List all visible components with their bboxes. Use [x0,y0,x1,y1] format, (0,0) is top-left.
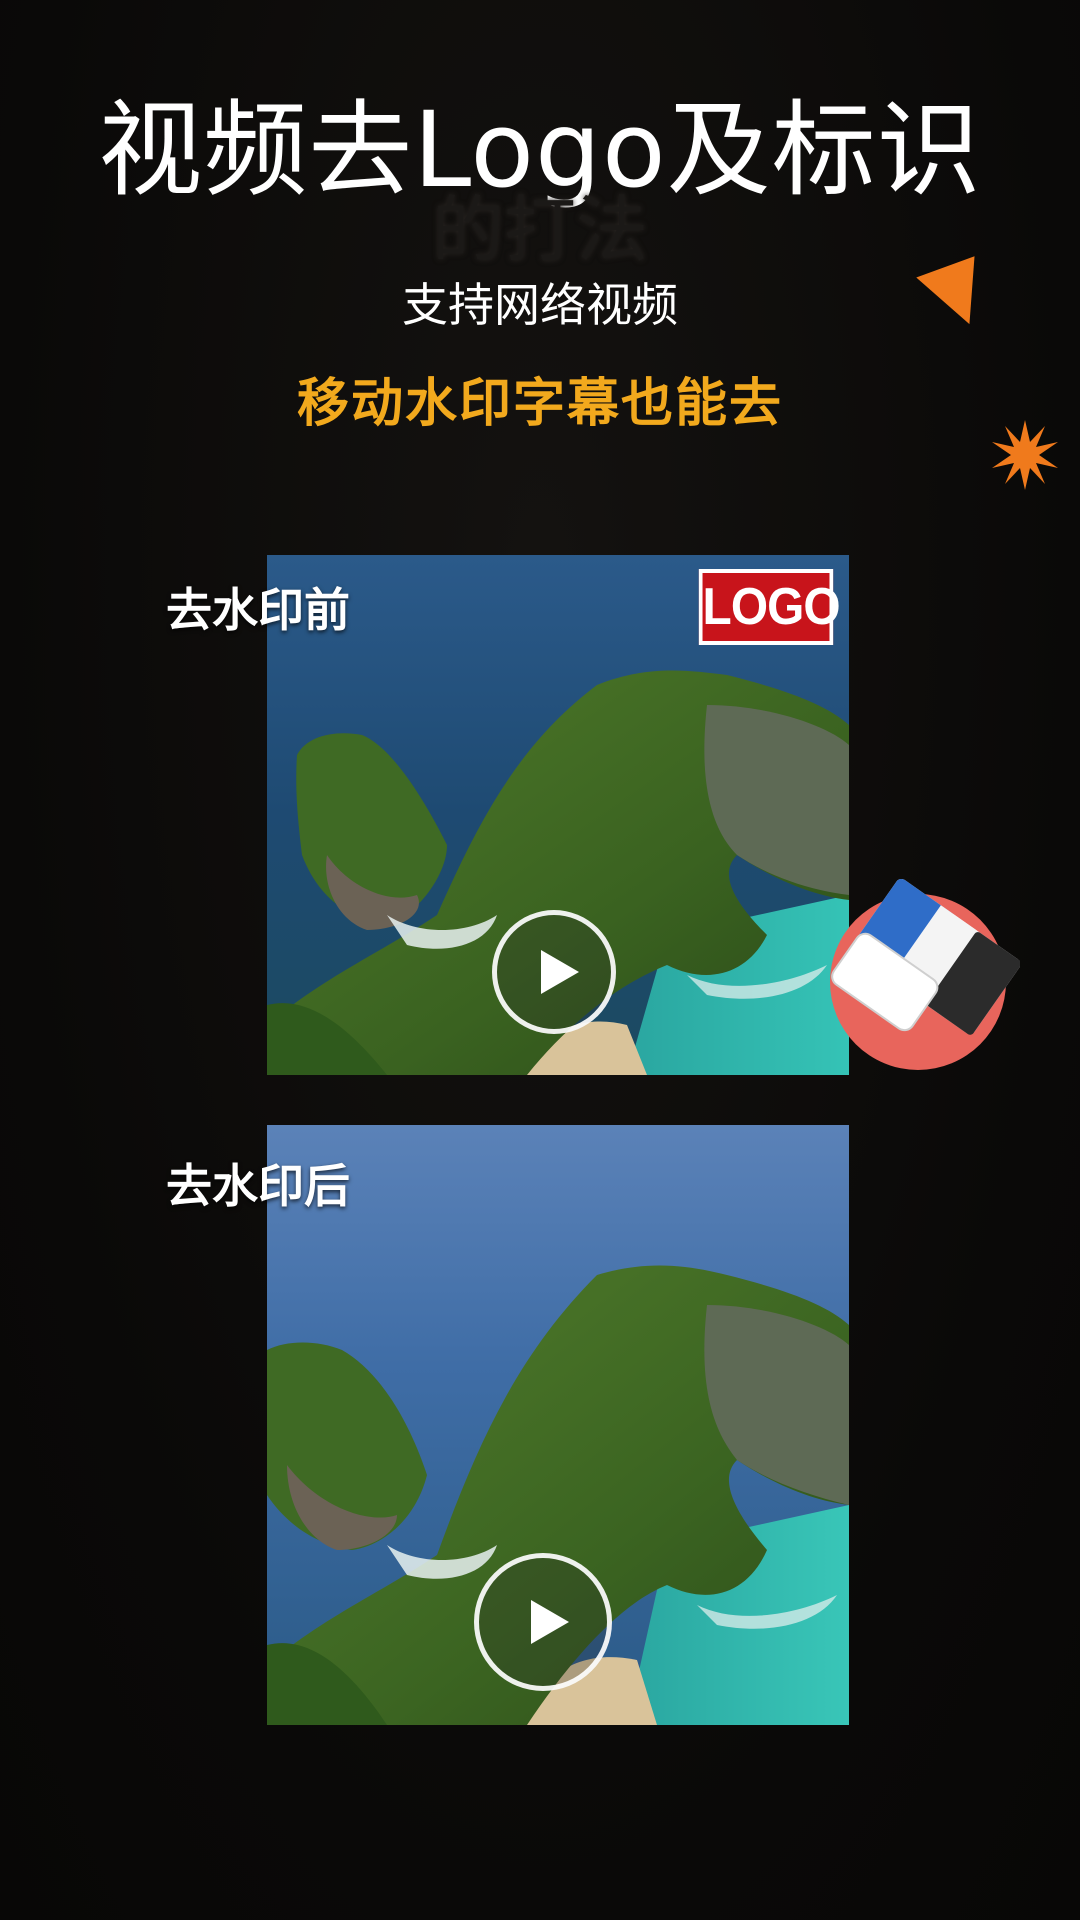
play-icon [531,1600,569,1644]
after-label: 去水印后 [166,1159,350,1213]
starburst-decoration-icon [992,420,1058,490]
play-button[interactable] [474,1553,612,1691]
page-tagline: 移动水印字幕也能去 [296,374,783,434]
logo-watermark: LOGO [698,569,841,645]
page-title-ghost: 的打法 [431,188,648,272]
after-video[interactable] [267,1125,849,1725]
poster-page: 视频去Logo及标识 的打法 支持网络视频 移动水印字幕也能去 去水印前 LOG… [0,0,1080,1920]
before-video[interactable]: LOGO [267,555,849,1075]
play-button[interactable] [492,910,616,1034]
play-icon [541,950,579,994]
before-label: 去水印前 [166,583,350,637]
eraser-icon [830,878,1020,1070]
